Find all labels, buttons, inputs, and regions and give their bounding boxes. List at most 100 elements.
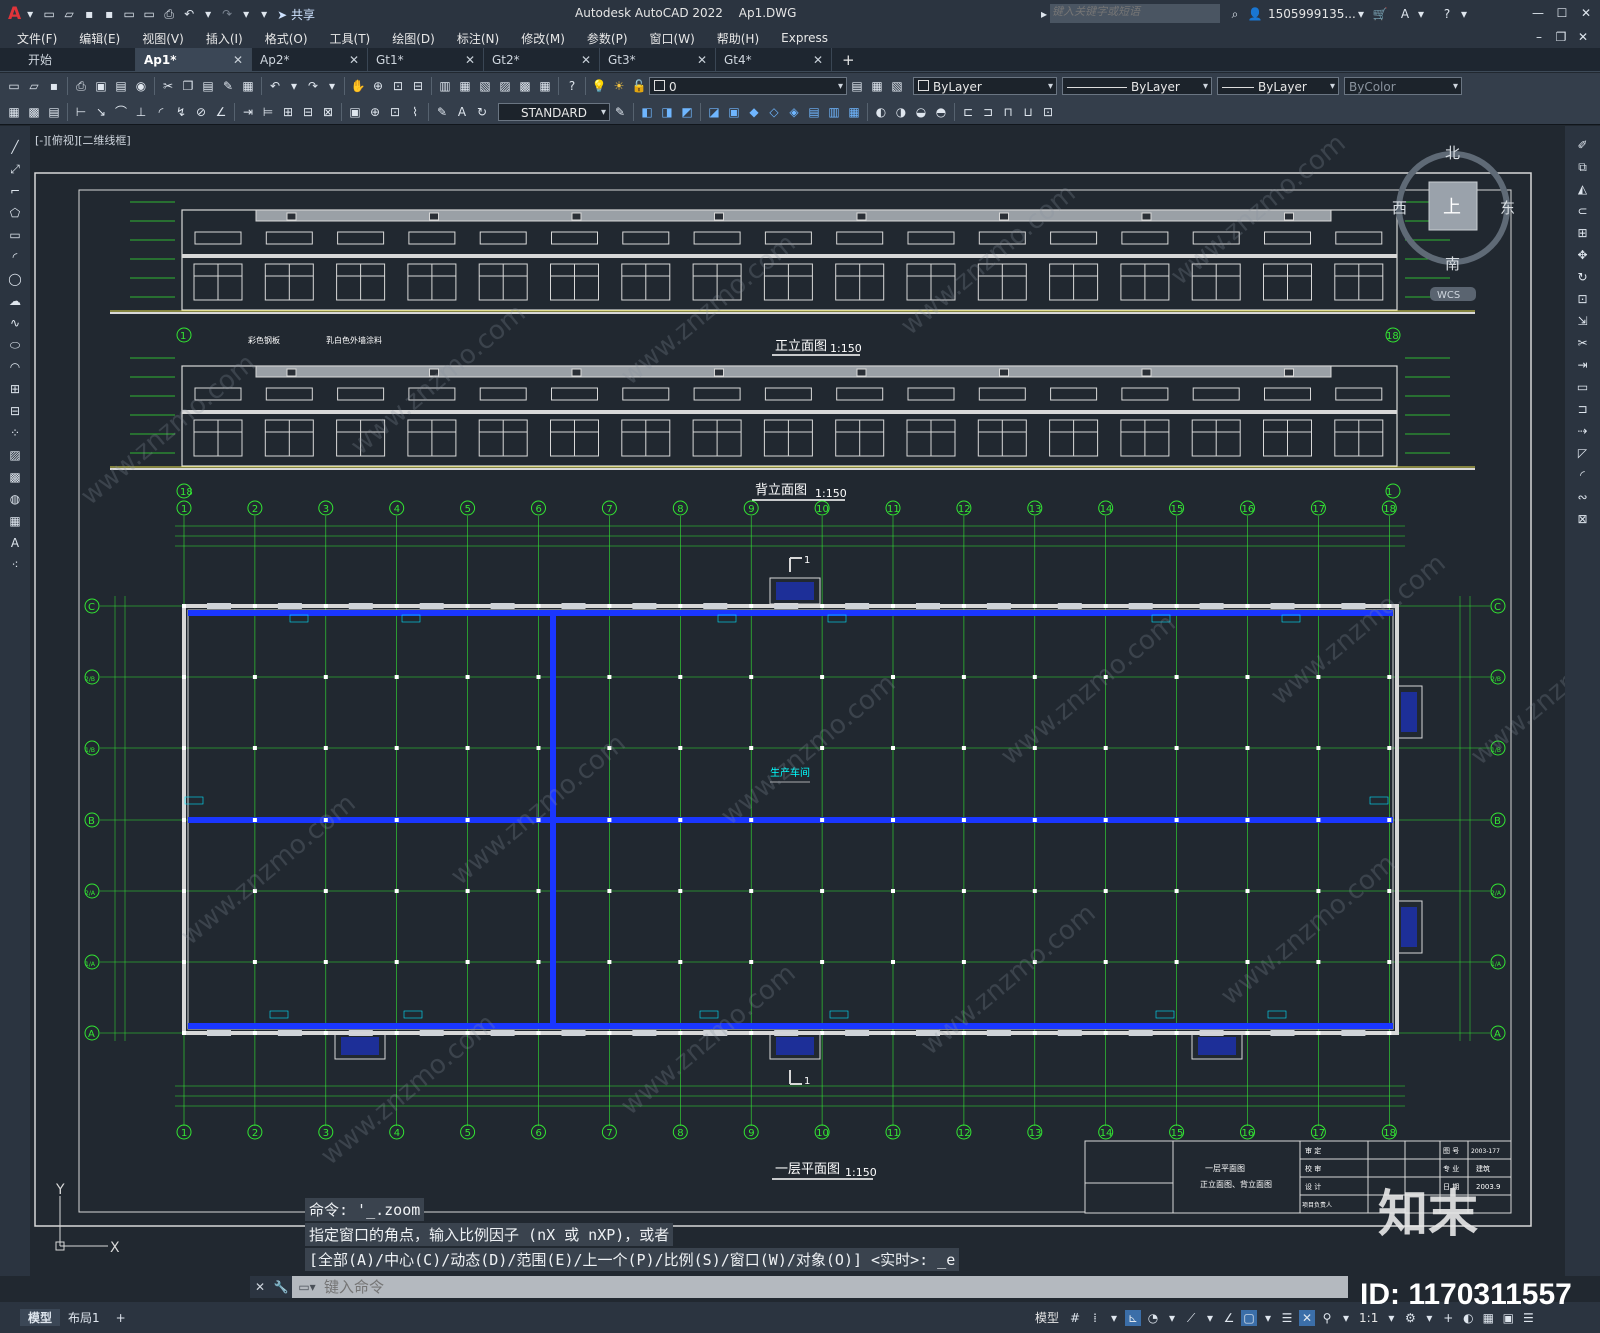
arc-icon[interactable]: ◜: [7, 249, 23, 265]
close-icon[interactable]: ✕: [1578, 5, 1594, 21]
mirror-icon[interactable]: ◭: [1575, 181, 1591, 197]
redo-dropdown-icon[interactable]: ▾: [239, 6, 253, 22]
view-tool-icon[interactable]: ◪: [706, 104, 722, 120]
menu-draw[interactable]: 绘图(D): [381, 30, 446, 47]
undo-icon[interactable]: ↶: [181, 6, 197, 22]
match-prop-icon[interactable]: ✎: [220, 78, 236, 94]
tab-ap2[interactable]: Ap2* ✕: [252, 48, 368, 71]
grid-icon[interactable]: #: [1067, 1310, 1083, 1326]
view-tool-icon[interactable]: ▣: [726, 104, 742, 120]
tab-close-icon[interactable]: ✕: [465, 53, 475, 67]
publish-icon[interactable]: ▤: [113, 78, 129, 94]
dim-radius-icon[interactable]: ◜: [153, 104, 169, 120]
tab-close-icon[interactable]: ✕: [813, 53, 823, 67]
view-tool-icon[interactable]: ▥: [826, 104, 842, 120]
tab-layout1[interactable]: 布局1: [60, 1309, 108, 1326]
user-icon[interactable]: 👤: [1247, 6, 1263, 22]
polar-dropdown-icon[interactable]: ▾: [1165, 1310, 1179, 1326]
layer-properties-icon[interactable]: ▤: [849, 78, 865, 94]
tool-icon[interactable]: ▤: [46, 104, 62, 120]
pan-icon[interactable]: ✋: [350, 78, 366, 94]
menu-dimension[interactable]: 标注(N): [446, 30, 510, 47]
dim-jogged-icon[interactable]: ↯: [173, 104, 189, 120]
menu-express[interactable]: Express: [770, 31, 839, 45]
spline-icon[interactable]: ∿: [7, 315, 23, 331]
snap-icon[interactable]: ⁞: [1087, 1310, 1103, 1326]
tab-close-icon[interactable]: ✕: [349, 53, 359, 67]
ucs-icon[interactable]: ⊓: [1000, 104, 1016, 120]
dimstyle-icon[interactable]: ✎: [612, 104, 628, 120]
open-file-icon[interactable]: ▱: [61, 6, 77, 22]
menu-edit[interactable]: 编辑(E): [68, 30, 131, 47]
redo-dropdown-icon[interactable]: ▾: [325, 78, 339, 94]
app-menu-chevron-icon[interactable]: ▾: [23, 6, 37, 22]
plot-icon[interactable]: ⎙: [73, 78, 89, 94]
menu-window[interactable]: 窗口(W): [639, 30, 706, 47]
tab-ap1[interactable]: Ap1* ✕: [136, 48, 252, 71]
view-tool-icon[interactable]: ◧: [639, 104, 655, 120]
viewcube-south[interactable]: 南: [1445, 255, 1460, 273]
isodraft-icon[interactable]: ⟋: [1183, 1310, 1199, 1326]
menu-modify[interactable]: 修改(M): [510, 30, 576, 47]
join-icon[interactable]: ⊐: [1575, 401, 1591, 417]
undo-dropdown-icon[interactable]: ▾: [201, 6, 215, 22]
insert-block-icon[interactable]: ⊞: [7, 381, 23, 397]
help-icon[interactable]: ?: [1439, 6, 1455, 22]
paste-icon[interactable]: ▤: [200, 78, 216, 94]
chamfer-icon[interactable]: ◸: [1575, 445, 1591, 461]
help-icon[interactable]: ?: [564, 78, 580, 94]
customize-icon[interactable]: 🔧: [270, 1276, 292, 1298]
dim-update-icon[interactable]: ↻: [474, 104, 490, 120]
zoom-realtime-icon[interactable]: ⊕: [370, 78, 386, 94]
markup-icon[interactable]: ▩: [517, 78, 533, 94]
search-box[interactable]: [1050, 4, 1220, 23]
ortho-icon[interactable]: ⊾: [1125, 1309, 1142, 1326]
quickcalc-icon[interactable]: ▦: [537, 78, 553, 94]
app-logo-icon[interactable]: A: [8, 4, 21, 24]
gradient-icon[interactable]: ▩: [7, 469, 23, 485]
dim-arc-icon[interactable]: ⌒: [113, 104, 129, 120]
layer-thaw-icon[interactable]: ☀: [611, 78, 627, 94]
redo-icon[interactable]: ↷: [219, 6, 235, 22]
viewcube[interactable]: 上 北 南 东 西 WCS: [1392, 144, 1515, 301]
ucs-icon[interactable]: ⊡: [1040, 104, 1056, 120]
layer-previous-icon[interactable]: ▧: [889, 78, 905, 94]
command-input[interactable]: [322, 1277, 1348, 1297]
dimstyle-dropdown[interactable]: STANDARD ▾: [498, 102, 610, 121]
inspect-icon[interactable]: ⊡: [387, 104, 403, 120]
viewcube-north[interactable]: 北: [1445, 144, 1460, 162]
tab-start[interactable]: 开始: [20, 48, 136, 71]
menu-format[interactable]: 格式(O): [254, 30, 319, 47]
layer-unlock-icon[interactable]: 🔓: [631, 78, 647, 94]
copy-icon[interactable]: ❐: [180, 78, 196, 94]
menu-view[interactable]: 视图(V): [131, 30, 195, 47]
wcs-label[interactable]: WCS: [1437, 290, 1460, 301]
rectangle-icon[interactable]: ▭: [7, 227, 23, 243]
tool-icon[interactable]: ▩: [26, 104, 42, 120]
iso-dropdown-icon[interactable]: ▾: [1203, 1310, 1217, 1326]
region-icon[interactable]: ◍: [7, 491, 23, 507]
annotation-dropdown-icon[interactable]: ▾: [1339, 1310, 1353, 1326]
lineweight-icon[interactable]: ☰: [1279, 1310, 1295, 1326]
properties-icon[interactable]: ▥: [437, 78, 453, 94]
dim-aligned-icon[interactable]: ↘: [93, 104, 109, 120]
scale-icon[interactable]: ⊡: [1575, 291, 1591, 307]
table-icon[interactable]: ▦: [7, 513, 23, 529]
zoom-previous-icon[interactable]: ⊟: [410, 78, 426, 94]
center-mark-icon[interactable]: ⊕: [367, 104, 383, 120]
menu-tools[interactable]: 工具(T): [319, 30, 382, 47]
block-editor-icon[interactable]: ▦: [240, 78, 256, 94]
3dprint-icon[interactable]: ◉: [133, 78, 149, 94]
save-icon[interactable]: ▪: [81, 6, 97, 22]
tab-close-icon[interactable]: ✕: [233, 53, 243, 67]
make-block-icon[interactable]: ⊟: [7, 403, 23, 419]
open-icon[interactable]: ▱: [26, 78, 42, 94]
open-web-icon[interactable]: ▭: [121, 6, 137, 22]
search-input[interactable]: [1050, 5, 1219, 19]
save-icon[interactable]: ▪: [46, 78, 62, 94]
minimize-icon[interactable]: —: [1530, 5, 1546, 21]
sheetset-icon[interactable]: ▨: [497, 78, 513, 94]
ucs-icon[interactable]: ⊏: [960, 104, 976, 120]
menu-insert[interactable]: 插入(I): [195, 30, 254, 47]
annotation-scale[interactable]: 1:1: [1359, 1311, 1378, 1325]
